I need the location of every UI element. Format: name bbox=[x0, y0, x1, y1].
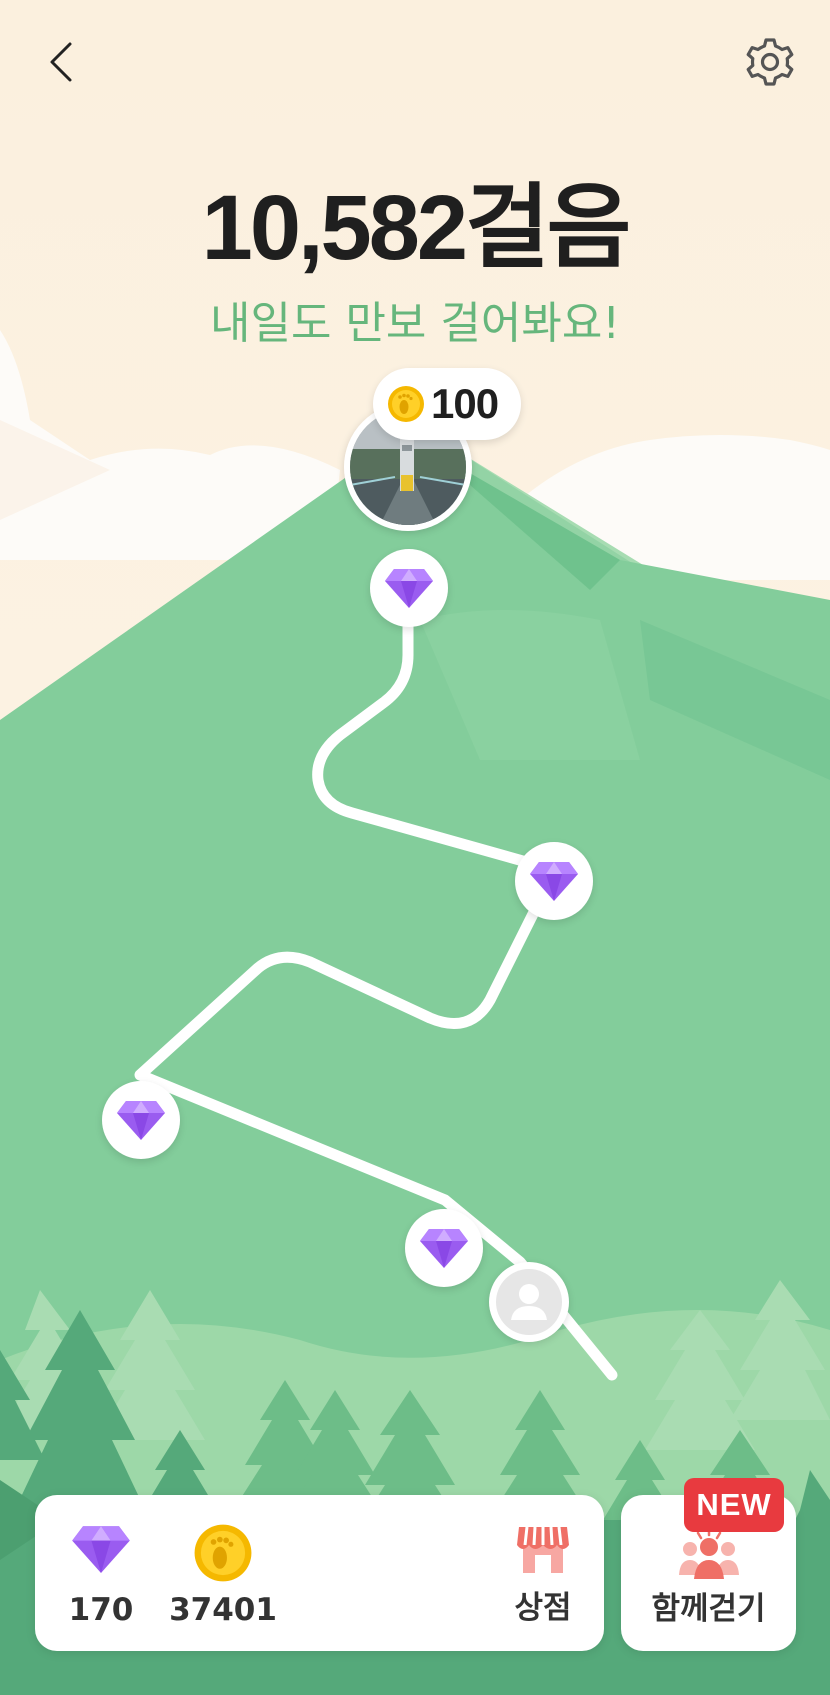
diamond-count: 170 bbox=[68, 1592, 134, 1628]
diamond-icon bbox=[117, 1101, 165, 1140]
encouragement-message: 내일도 만보 걸어봐요! bbox=[210, 298, 620, 349]
diamond-icon bbox=[420, 1229, 468, 1268]
footprint-coin-icon bbox=[388, 386, 424, 422]
milestone-diamond-1[interactable] bbox=[370, 549, 448, 627]
milestone-diamond-3[interactable] bbox=[102, 1081, 180, 1159]
shop-button[interactable]: 상점 bbox=[503, 1521, 583, 1626]
coin-count: 37401 bbox=[169, 1592, 277, 1628]
settings-button[interactable] bbox=[744, 36, 796, 88]
shop-icon bbox=[517, 1526, 569, 1573]
gear-icon bbox=[746, 38, 794, 86]
current-position-marker bbox=[489, 1262, 569, 1342]
chevron-left-icon bbox=[50, 42, 72, 82]
user-avatar-icon bbox=[496, 1269, 562, 1335]
diamond-icon bbox=[72, 1526, 130, 1573]
walk-together-label: 함께걷기 bbox=[651, 1591, 766, 1627]
coin-balance[interactable]: 37401 bbox=[163, 1523, 283, 1628]
reward-value: 100 bbox=[431, 380, 499, 427]
new-badge: NEW bbox=[684, 1478, 784, 1532]
diamond-balance[interactable]: 170 bbox=[61, 1523, 141, 1628]
goal-reward[interactable]: 100 bbox=[373, 368, 521, 440]
group-people-icon bbox=[679, 1527, 739, 1579]
shop-label: 상점 bbox=[514, 1590, 572, 1626]
diamond-icon bbox=[385, 569, 433, 608]
milestone-diamond-2[interactable] bbox=[515, 842, 593, 920]
back-button[interactable] bbox=[40, 40, 84, 84]
walking-map-screen: 10,582걸음 내일도 만보 걸어봐요! 100 170 37401 상점 함… bbox=[0, 0, 830, 1695]
wallet-card: 170 37401 상점 bbox=[35, 1495, 604, 1651]
milestone-diamond-4[interactable] bbox=[405, 1209, 483, 1287]
footprint-coin-icon bbox=[194, 1524, 252, 1582]
step-count: 10,582걸음 bbox=[201, 177, 632, 279]
top-bar bbox=[0, 0, 830, 130]
diamond-icon bbox=[530, 862, 578, 901]
